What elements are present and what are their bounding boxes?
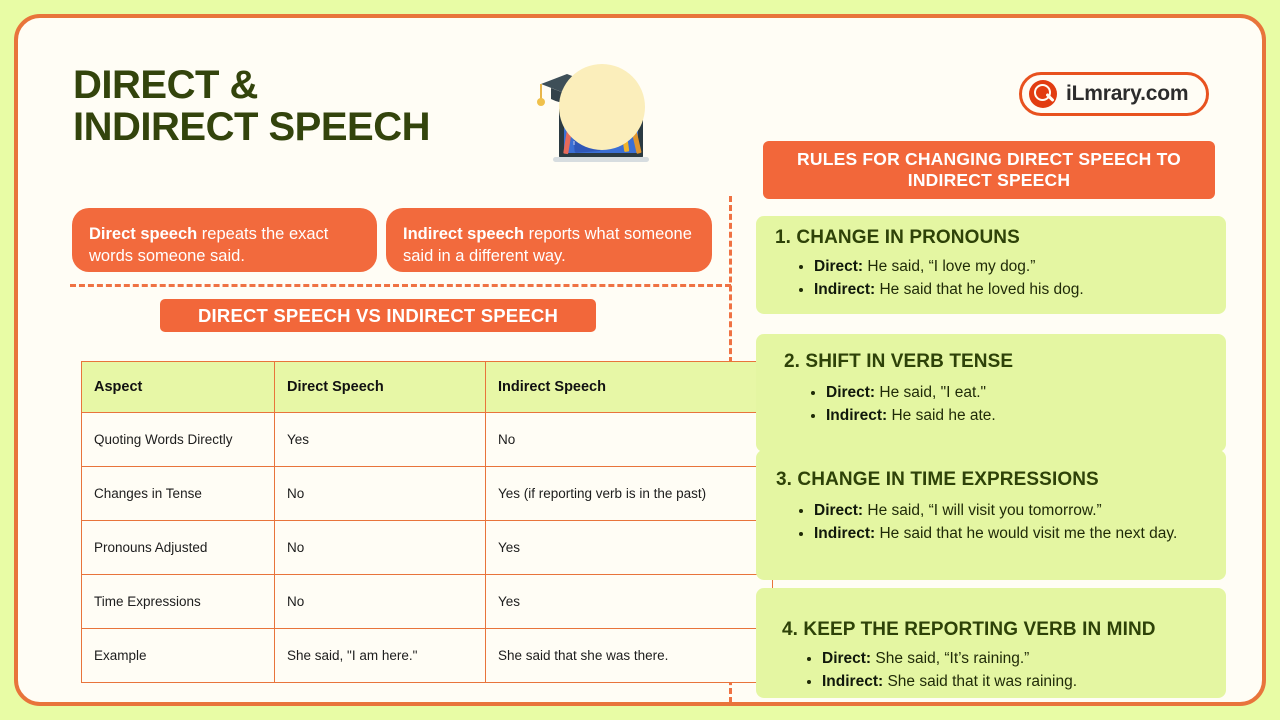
table-cell-direct: Yes <box>274 412 486 467</box>
rule-examples: Direct: He said, “I love my dog.” Indire… <box>770 256 1212 301</box>
rule-title: 4. KEEP THE REPORTING VERB IN MIND <box>782 619 1156 640</box>
horizontal-dashed-divider <box>70 284 731 287</box>
comparison-table: Aspect Direct Speech Indirect Speech Quo… <box>81 361 773 683</box>
education-illustration <box>533 60 673 168</box>
rule-title: 2. SHIFT IN VERB TENSE <box>784 351 1014 372</box>
definition-indirect-speech: Indirect speech reports what someone sai… <box>386 208 712 272</box>
table-cell-aspect: Example <box>81 628 275 683</box>
table-cell-aspect: Pronouns Adjusted <box>81 520 275 575</box>
illustration-sun-circle <box>559 64 645 150</box>
page-title-line-2: INDIRECT SPEECH <box>73 105 431 150</box>
rule-title: 3. CHANGE IN TIME EXPRESSIONS <box>776 469 1099 490</box>
magnifier-icon <box>1029 80 1057 108</box>
table-cell-aspect: Time Expressions <box>81 574 275 629</box>
table-header-direct: Direct Speech <box>274 361 486 413</box>
rule-example-direct: Direct: He said, "I eat." <box>826 382 1212 404</box>
table-cell-direct: No <box>274 520 486 575</box>
rule-example-direct: Direct: She said, “It’s raining.” <box>822 648 1212 670</box>
table-header-aspect: Aspect <box>81 361 275 413</box>
rule-example-indirect: Indirect: He said he ate. <box>826 405 1212 427</box>
table-cell-direct: She said, "I am here." <box>274 628 486 683</box>
page-title: DIRECT & INDIRECT SPEECH <box>73 64 543 149</box>
definition-direct-term: Direct speech <box>89 225 198 243</box>
table-cell-aspect: Changes in Tense <box>81 466 275 521</box>
rule-example-direct: Direct: He said, “I will visit you tomor… <box>814 500 1212 522</box>
site-logo[interactable]: iLmrary.com <box>1019 72 1210 116</box>
rule-examples: Direct: She said, “It’s raining.” Indire… <box>770 648 1212 693</box>
table-cell-indirect: Yes <box>485 520 773 575</box>
rule-card-2: 2. SHIFT IN VERB TENSE Direct: He said, … <box>756 334 1226 452</box>
rule-card-1: 1. CHANGE IN PRONOUNS Direct: He said, “… <box>756 216 1226 314</box>
rule-example-indirect: Indirect: He said that he would visit me… <box>814 523 1212 545</box>
rule-examples: Direct: He said, "I eat." Indirect: He s… <box>770 382 1212 427</box>
main-card: DIRECT & INDIRECT SPEECH iLmrary.com Dir… <box>14 14 1266 706</box>
table-cell-indirect: Yes (if reporting verb is in the past) <box>485 466 773 521</box>
table-cell-aspect: Quoting Words Directly <box>81 412 275 467</box>
table-cell-indirect: Yes <box>485 574 773 629</box>
table-cell-direct: No <box>274 574 486 629</box>
table-row: Example She said, "I am here." She said … <box>81 628 773 683</box>
rule-card-3: 3. CHANGE IN TIME EXPRESSIONS Direct: He… <box>756 450 1226 580</box>
table-row: Time Expressions No Yes <box>81 574 773 629</box>
rule-card-4: 4. KEEP THE REPORTING VERB IN MIND Direc… <box>756 588 1226 698</box>
table-cell-indirect: She said that she was there. <box>485 628 773 683</box>
table-cell-direct: No <box>274 466 486 521</box>
site-logo-text: iLmrary.com <box>1066 82 1189 105</box>
rule-example-indirect: Indirect: She said that it was raining. <box>822 671 1212 693</box>
table-cell-indirect: No <box>485 412 773 467</box>
rule-example-direct: Direct: He said, “I love my dog.” <box>814 256 1212 278</box>
table-row: Pronouns Adjusted No Yes <box>81 520 773 575</box>
rule-title: 1. CHANGE IN PRONOUNS <box>775 227 1020 248</box>
rules-banner: RULES FOR CHANGING DIRECT SPEECH TO INDI… <box>763 141 1215 199</box>
table-row: Quoting Words Directly Yes No <box>81 412 773 467</box>
table-header-indirect: Indirect Speech <box>485 361 773 413</box>
rule-examples: Direct: He said, “I will visit you tomor… <box>770 500 1212 545</box>
page-title-line-1: DIRECT & <box>73 63 258 107</box>
comparison-table-banner: DIRECT SPEECH VS INDIRECT SPEECH <box>160 299 596 332</box>
table-row: Changes in Tense No Yes (if reporting ve… <box>81 466 773 521</box>
rule-example-indirect: Indirect: He said that he loved his dog. <box>814 279 1212 301</box>
definition-indirect-term: Indirect speech <box>403 225 525 243</box>
infographic-root: DIRECT & INDIRECT SPEECH iLmrary.com Dir… <box>0 0 1280 720</box>
table-header-row: Aspect Direct Speech Indirect Speech <box>81 361 773 413</box>
definition-direct-speech: Direct speech repeats the exact words so… <box>72 208 377 272</box>
